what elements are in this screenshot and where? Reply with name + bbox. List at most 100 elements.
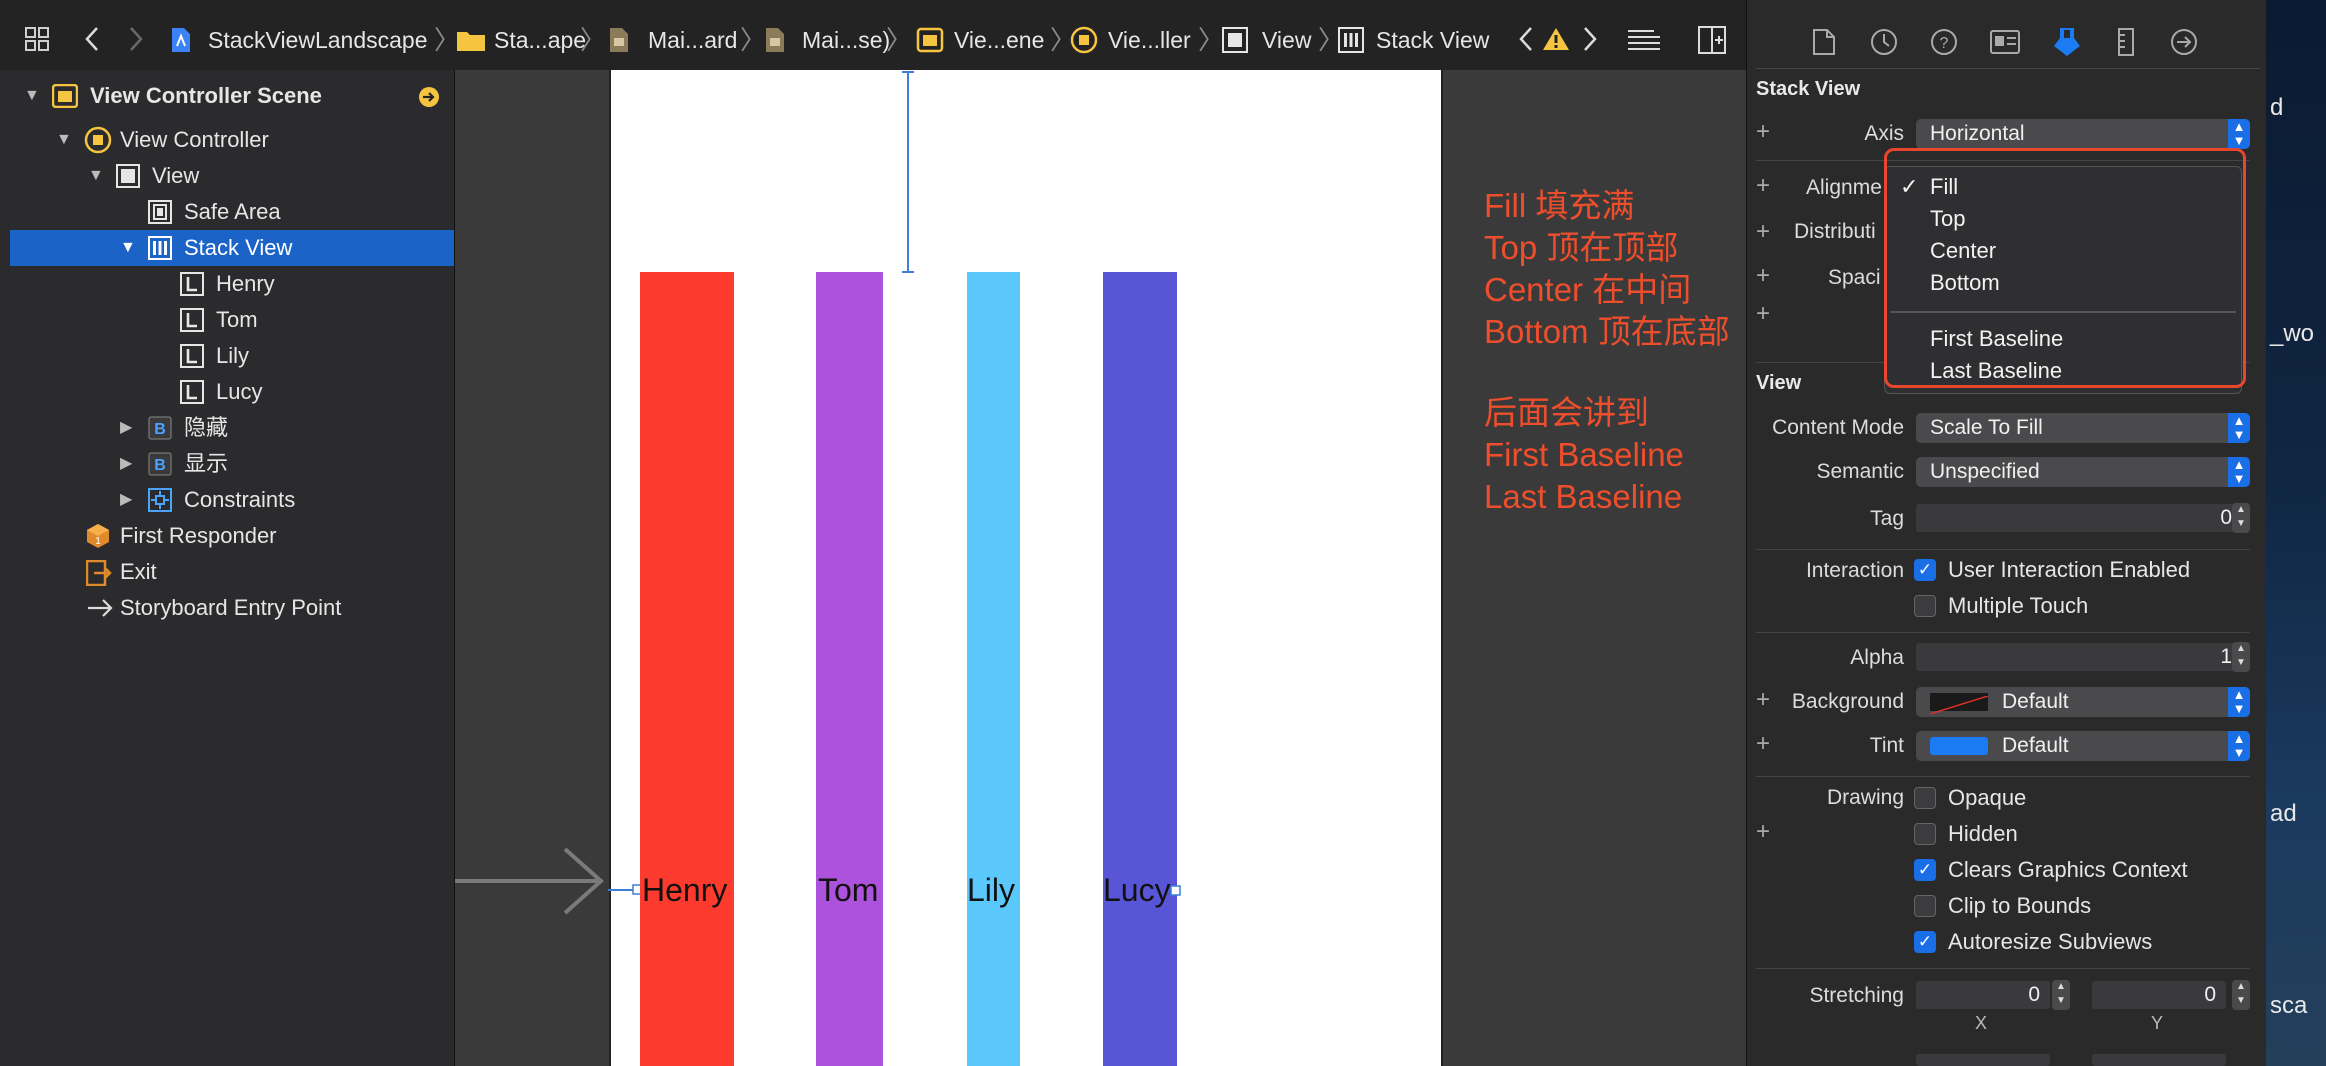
- label-icon: [180, 380, 204, 404]
- add-variation-distribution[interactable]: +: [1756, 218, 1770, 246]
- editor-options-lines-icon[interactable]: [1626, 28, 1662, 52]
- clip-to-bounds-checkbox[interactable]: [1914, 895, 1936, 917]
- breadcrumb-storyboard[interactable]: Mai...ard: [648, 20, 737, 60]
- history-inspector-icon[interactable]: [1870, 28, 1898, 56]
- disclosure-triangle-icon[interactable]: ▶: [120, 446, 132, 482]
- stretch-x-caption: X: [1975, 1013, 1988, 1033]
- disclosure-triangle-icon[interactable]: ▼: [120, 230, 136, 266]
- axis-label: Axis: [1864, 122, 1904, 145]
- warning-icon[interactable]: [1542, 26, 1570, 52]
- alpha-stepper[interactable]: ▲ ▼: [2232, 642, 2250, 672]
- stack-item-lucy[interactable]: [1103, 272, 1177, 1066]
- stretch-x-stepper[interactable]: ▲ ▼: [2052, 980, 2070, 1010]
- stretch-x-field[interactable]: 0: [1916, 981, 2050, 1009]
- tree-row-entry-point[interactable]: Storyboard Entry Point: [10, 590, 454, 626]
- annotation-top: Top 顶在顶部: [1484, 229, 1679, 266]
- desktop-file-label[interactable]: _wo: [2270, 320, 2314, 348]
- tree-row-view[interactable]: ▼ View: [10, 158, 454, 194]
- tree-row-stack-view[interactable]: ▼ Stack View: [10, 230, 454, 266]
- add-variation-spacing[interactable]: +: [1756, 262, 1770, 290]
- tree-row-first-responder[interactable]: 1 First Responder: [10, 518, 454, 554]
- spacing-constraint-line[interactable]: [898, 70, 918, 274]
- divider: [1756, 549, 2250, 550]
- divider: [1756, 776, 2250, 777]
- forward-chevron-icon[interactable]: [128, 26, 144, 52]
- bar-label-lucy: Lucy: [1103, 872, 1171, 908]
- add-variation-hidden[interactable]: +: [1756, 818, 1770, 846]
- disclosure-triangle-icon[interactable]: ▶: [120, 482, 132, 518]
- connections-inspector-icon[interactable]: [2170, 28, 2198, 56]
- add-variation-extra[interactable]: +: [1756, 300, 1770, 328]
- hidden-checkbox[interactable]: [1914, 823, 1936, 845]
- disclosure-triangle-icon[interactable]: ▼: [24, 78, 40, 114]
- semantic-popup[interactable]: Unspecified ▲ ▼: [1916, 457, 2250, 487]
- related-items-grid-icon[interactable]: [24, 26, 50, 52]
- autoresize-checkbox[interactable]: ✓: [1914, 931, 1936, 953]
- selection-handle-line[interactable]: [608, 883, 640, 897]
- identity-inspector-icon[interactable]: [1990, 30, 2020, 54]
- disclosure-triangle-icon[interactable]: ▶: [120, 410, 132, 446]
- disclosure-triangle-icon[interactable]: ▼: [56, 122, 72, 158]
- tree-row-lily[interactable]: Lily: [10, 338, 454, 374]
- disclosure-triangle-icon[interactable]: ▼: [88, 158, 104, 194]
- divider: [1756, 632, 2250, 633]
- annotation-later: 后面会讲到: [1484, 394, 1649, 431]
- tree-row-constraints[interactable]: ▶ Constraints: [10, 482, 454, 518]
- desktop-file-label[interactable]: d: [2270, 94, 2283, 122]
- tree-row-safe-area[interactable]: Safe Area: [10, 194, 454, 230]
- tree-row-lucy[interactable]: Lucy: [10, 374, 454, 410]
- stack-item-lily[interactable]: [967, 272, 1020, 1066]
- view-icon: [1222, 27, 1248, 53]
- content-mode-popup[interactable]: Scale To Fill ▲ ▼: [1916, 413, 2250, 443]
- alpha-field[interactable]: 1: [1916, 643, 2242, 671]
- stretch-y-field[interactable]: 0: [2092, 981, 2226, 1009]
- multiple-touch-checkbox[interactable]: [1914, 595, 1936, 617]
- attributes-inspector-icon[interactable]: [2052, 26, 2082, 58]
- next-issue-icon[interactable]: [1582, 26, 1598, 52]
- desktop-file-label[interactable]: ad: [2270, 800, 2297, 828]
- breadcrumb-stack-view[interactable]: Stack View: [1376, 20, 1489, 60]
- breadcrumb-storyboard-base[interactable]: Mai...se): [802, 20, 890, 60]
- tag-field[interactable]: 0: [1916, 504, 2242, 532]
- user-interaction-checkbox[interactable]: ✓: [1914, 559, 1936, 581]
- desktop-file-label[interactable]: sca: [2270, 992, 2307, 1020]
- stretch-y-stepper[interactable]: ▲ ▼: [2232, 980, 2250, 1010]
- tree-row-show-button[interactable]: ▶ B 显示: [10, 446, 454, 482]
- breadcrumb-scene[interactable]: Vie...ene: [954, 20, 1044, 60]
- tag-label: Tag: [1870, 507, 1904, 530]
- tree-row-exit[interactable]: Exit: [10, 554, 454, 590]
- breadcrumb-folder[interactable]: Sta...ape: [494, 20, 586, 60]
- tint-popup[interactable]: Default ▲ ▼: [1916, 731, 2250, 761]
- previous-issue-icon[interactable]: [1518, 26, 1534, 52]
- tree-row-tom[interactable]: Tom: [10, 302, 454, 338]
- stretch-height-field[interactable]: [2092, 1054, 2226, 1066]
- add-variation-axis[interactable]: +: [1756, 118, 1770, 146]
- breadcrumb-view-controller[interactable]: Vie...ller: [1108, 20, 1191, 60]
- tree-row-henry[interactable]: Henry: [10, 266, 454, 302]
- breadcrumb-project[interactable]: StackViewLandscape: [208, 20, 428, 60]
- opaque-checkbox[interactable]: [1914, 787, 1936, 809]
- file-inspector-icon[interactable]: [1812, 28, 1836, 56]
- tree-row-hide-button[interactable]: ▶ B 隐藏: [10, 410, 454, 446]
- back-chevron-icon[interactable]: [84, 26, 100, 52]
- background-popup[interactable]: Default ▲ ▼: [1916, 687, 2250, 717]
- add-variation-alignment[interactable]: +: [1756, 172, 1770, 200]
- stretch-width-field[interactable]: [1916, 1054, 2050, 1066]
- axis-popup[interactable]: Horizontal ▲ ▼: [1916, 119, 2250, 149]
- breadcrumb-view[interactable]: View: [1262, 20, 1311, 60]
- clip-to-bounds-label: Clip to Bounds: [1948, 893, 2092, 918]
- clears-graphics-checkbox[interactable]: ✓: [1914, 859, 1936, 881]
- tree-label: View: [152, 163, 200, 188]
- add-editor-icon[interactable]: [1698, 26, 1726, 54]
- tree-row-scene[interactable]: ▼ View Controller Scene: [10, 78, 454, 114]
- size-inspector-icon[interactable]: [2116, 28, 2136, 56]
- scene-arrow-circle-icon[interactable]: [418, 86, 440, 108]
- stack-view-icon: [148, 236, 172, 260]
- device-view[interactable]: [609, 70, 1443, 1066]
- stack-item-tom[interactable]: [816, 272, 883, 1066]
- tree-row-view-controller[interactable]: ▼ View Controller: [10, 122, 454, 158]
- help-inspector-icon[interactable]: ?: [1930, 28, 1958, 56]
- resize-handle-right[interactable]: [1170, 885, 1182, 897]
- stack-item-henry[interactable]: [640, 272, 734, 1066]
- tag-stepper[interactable]: ▲ ▼: [2232, 503, 2250, 533]
